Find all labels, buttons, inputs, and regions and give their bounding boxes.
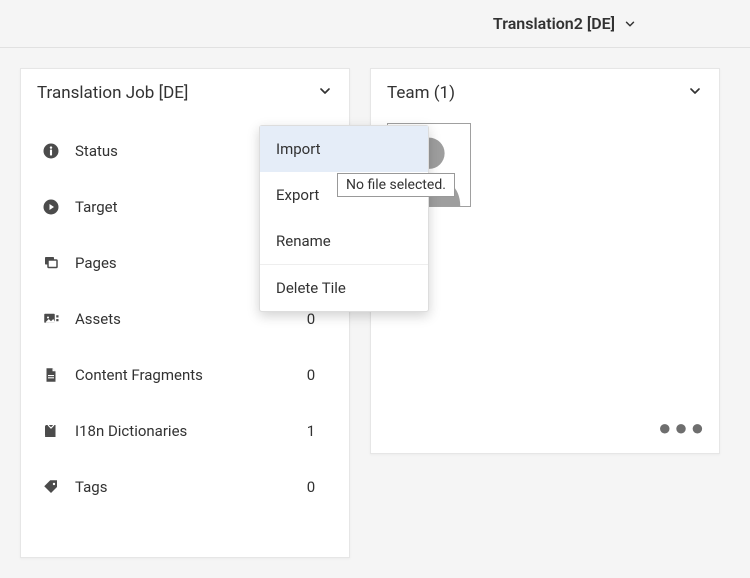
content-area: Translation Job [DE] Status Target xyxy=(0,48,750,578)
job-row-value: 0 xyxy=(291,366,331,384)
tile-header: Team (1) xyxy=(371,69,719,113)
job-row-value: 1 xyxy=(291,422,331,440)
more-icon[interactable]: ●●● xyxy=(658,415,707,441)
job-row-tags: Tags 0 xyxy=(39,459,331,515)
pages-icon xyxy=(39,254,63,272)
tile-menu-toggle[interactable] xyxy=(317,83,333,103)
menu-item-delete-tile[interactable]: Delete Tile xyxy=(260,265,428,311)
chevron-down-icon[interactable] xyxy=(623,17,637,31)
tile-action-menu: Import Export Rename Delete Tile xyxy=(259,125,429,312)
page-title: Translation2 [DE] xyxy=(493,14,615,33)
book-icon xyxy=(39,422,63,440)
menu-item-import[interactable]: Import xyxy=(260,126,428,172)
job-row-value: 0 xyxy=(291,310,331,328)
assets-icon xyxy=(39,310,63,328)
topbar: Translation2 [DE] xyxy=(0,0,750,48)
job-row-label: Assets xyxy=(75,310,291,328)
file-selection-tooltip: No file selected. xyxy=(337,173,455,197)
tile-title: Team (1) xyxy=(387,83,455,103)
job-row-label: Tags xyxy=(75,478,291,496)
info-icon xyxy=(39,142,63,160)
job-row-content-fragments: Content Fragments 0 xyxy=(39,347,331,403)
play-icon xyxy=(39,198,63,216)
job-row-i18n-dictionaries: I18n Dictionaries 1 xyxy=(39,403,331,459)
tile-title: Translation Job [DE] xyxy=(37,83,188,103)
job-row-value: 0 xyxy=(291,478,331,496)
tag-icon xyxy=(39,478,63,496)
translation-job-tile: Translation Job [DE] Status Target xyxy=(20,68,350,558)
job-row-label: Content Fragments xyxy=(75,366,291,384)
job-row-label: I18n Dictionaries xyxy=(75,422,291,440)
tile-menu-toggle[interactable] xyxy=(687,83,703,103)
file-icon xyxy=(39,366,63,384)
menu-item-rename[interactable]: Rename xyxy=(260,218,428,265)
tile-header: Translation Job [DE] xyxy=(21,69,349,113)
